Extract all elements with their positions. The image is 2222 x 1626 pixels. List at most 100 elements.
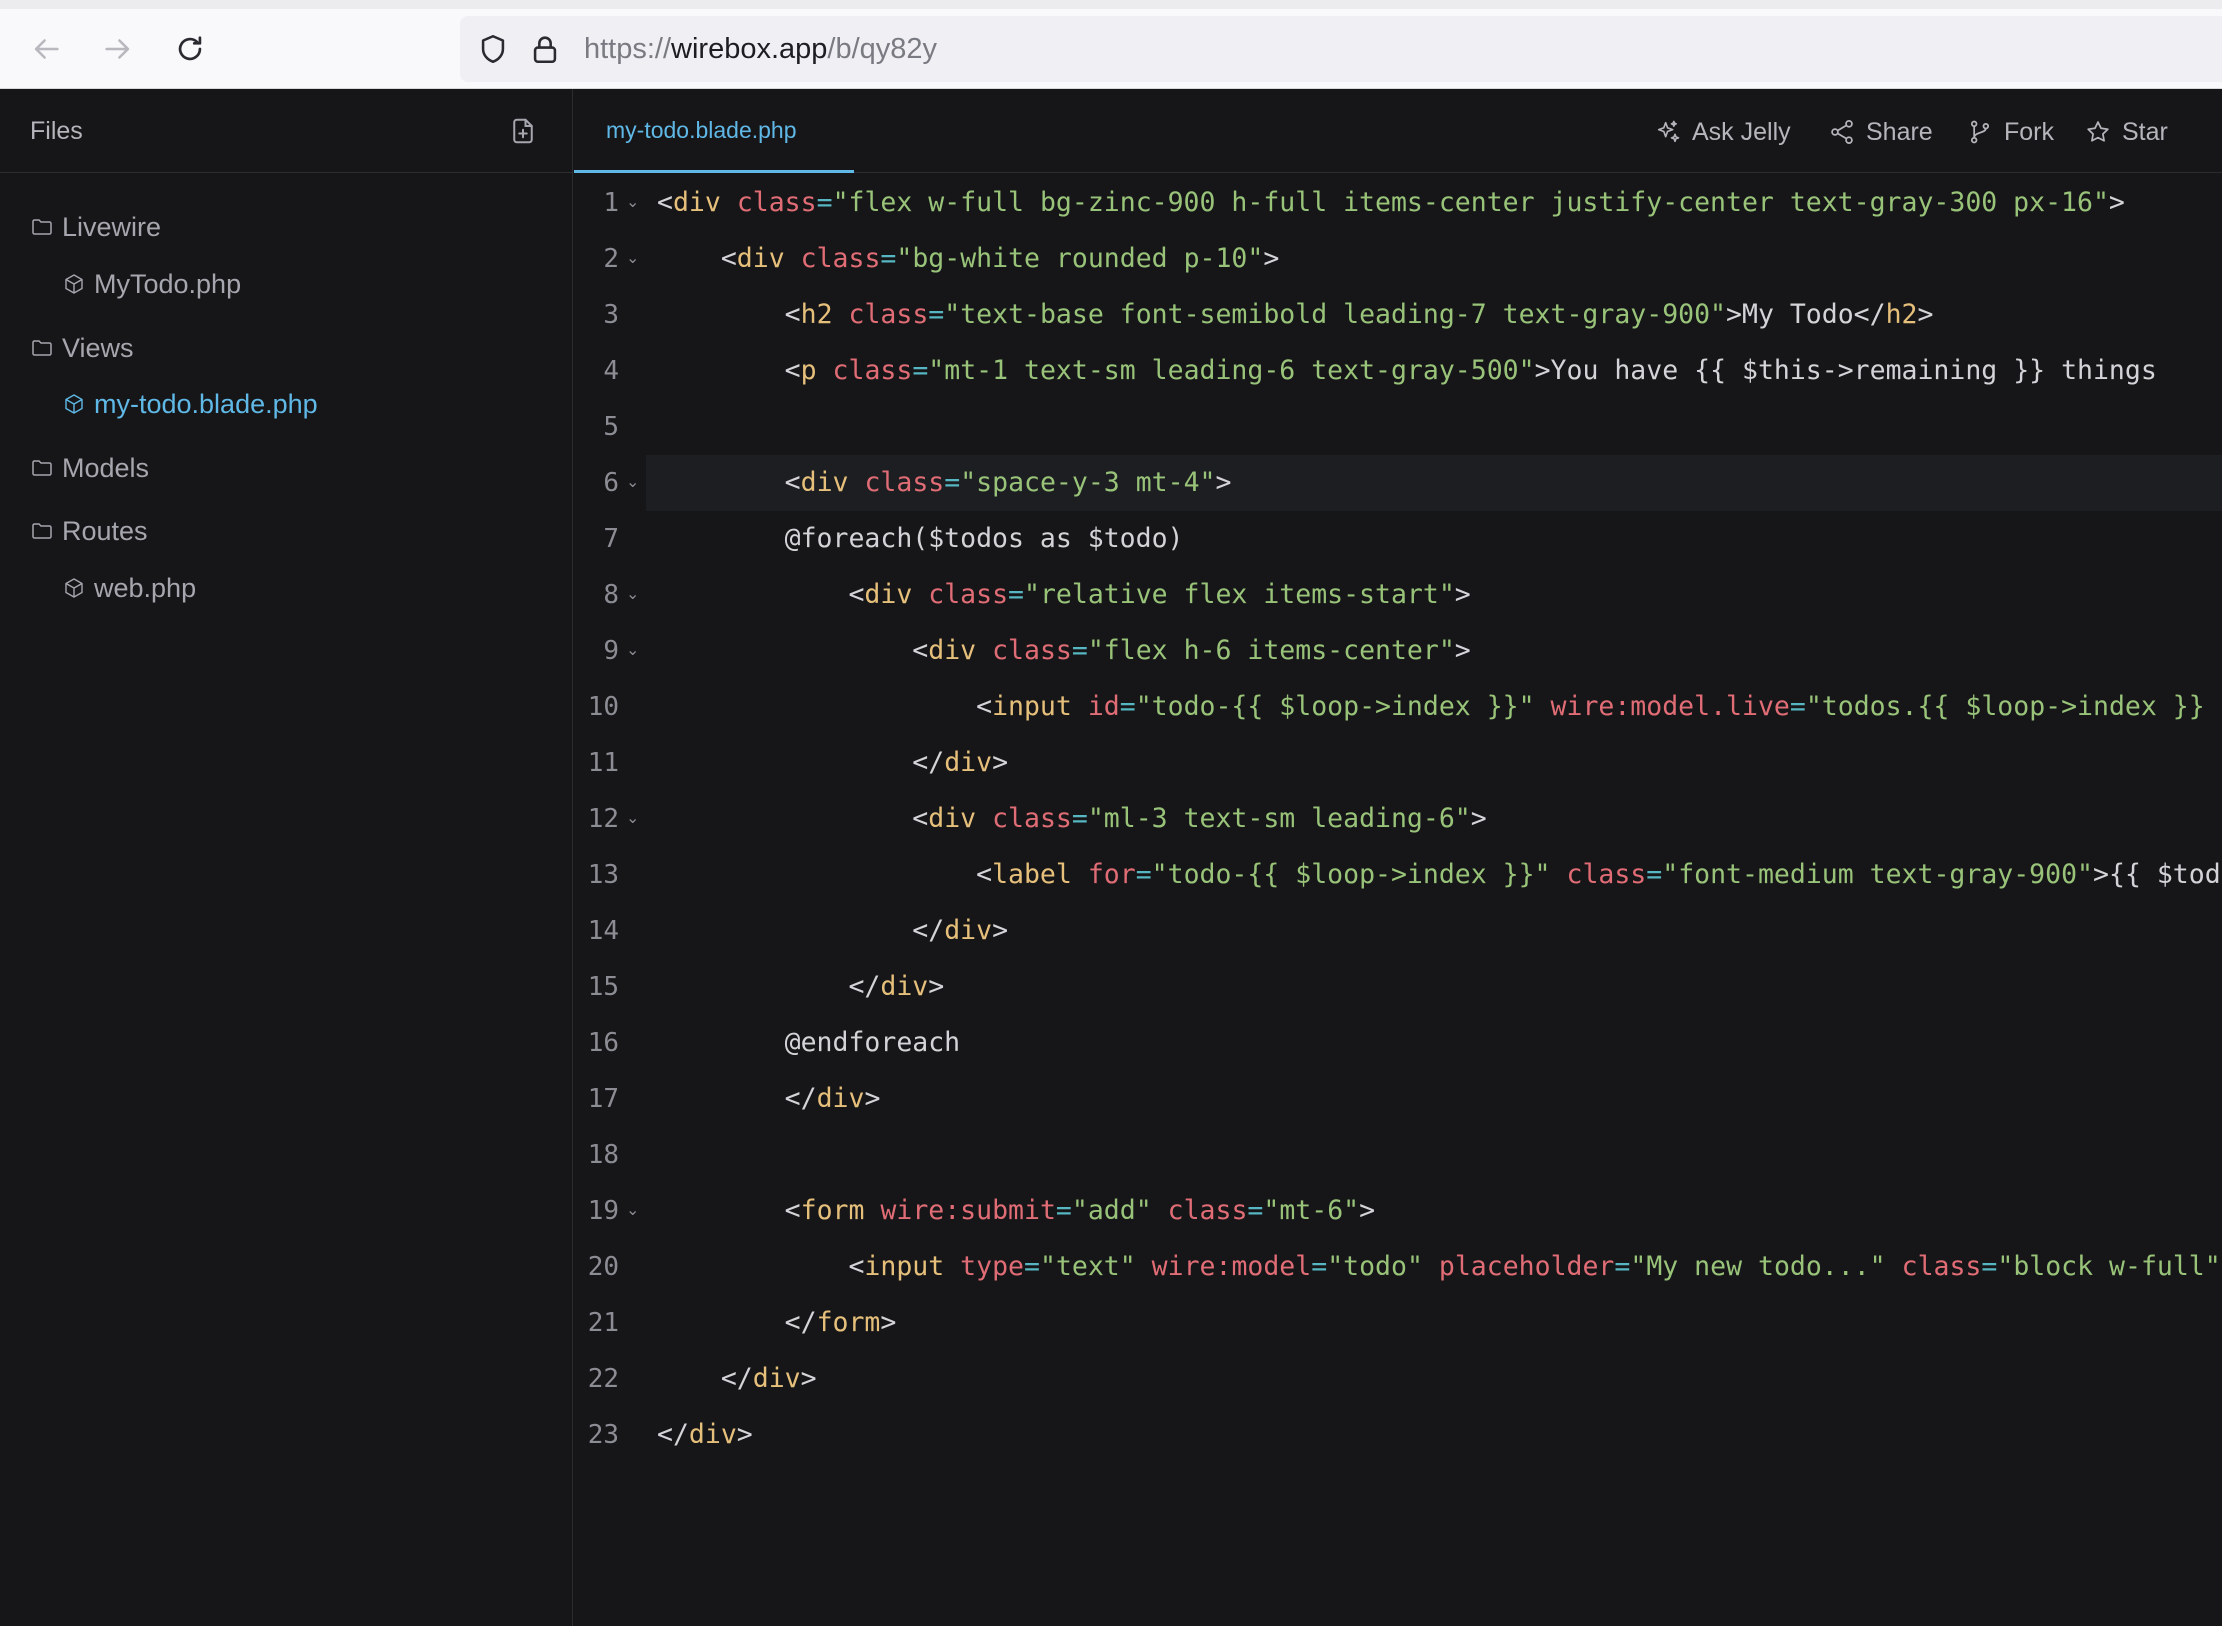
tree-folder-routes[interactable]: Routes xyxy=(30,511,148,551)
code-text: <p class="mt-1 text-sm leading-6 text-gr… xyxy=(657,343,2157,399)
fold-chevron-icon[interactable]: ⌄ xyxy=(626,567,639,623)
code-token: "add" xyxy=(1071,1195,1152,1226)
code-token: label xyxy=(992,859,1072,890)
code-token: You have {{ $this->remaining }} things xyxy=(1550,355,2157,386)
code-line[interactable]: 18 xyxy=(574,1127,2222,1183)
line-number: 10 xyxy=(587,692,619,722)
code-line[interactable]: 12 ⌄ <div class="ml-3 text-sm leading-6"> xyxy=(574,791,2222,847)
code-text: <div class="flex h-6 items-center"> xyxy=(657,623,1470,679)
fold-chevron-icon[interactable]: ⌄ xyxy=(626,231,639,287)
code-token: @endforeach xyxy=(657,1027,961,1058)
code-line[interactable]: 11 </div> xyxy=(574,735,2222,791)
line-number: 22 xyxy=(587,1364,619,1394)
code-token: wire:submit xyxy=(880,1195,1056,1226)
code-token: < xyxy=(976,859,993,890)
code-token: = xyxy=(1247,1195,1264,1226)
line-number: 23 xyxy=(587,1420,619,1450)
address-bar[interactable]: https://wirebox.app/b/qy82y xyxy=(460,16,2222,82)
tree-folder-views[interactable]: Views xyxy=(30,328,134,368)
code-line[interactable]: 14 </div> xyxy=(574,903,2222,959)
tree-file-my-todo-blade[interactable]: my-todo.blade.php xyxy=(62,384,318,424)
code-token: div xyxy=(800,467,849,498)
code-token: div xyxy=(752,1363,801,1394)
code-area[interactable]: 1 ⌄ <div class="flex w-full bg-zinc-900 h-… xyxy=(574,173,2222,1626)
tree-label: MyTodo.php xyxy=(94,268,242,299)
line-number: 21 xyxy=(587,1308,619,1338)
code-line[interactable]: 17 </div> xyxy=(574,1071,2222,1127)
code-line[interactable]: 10 <input id="todo-{{ $loop->index }}" w… xyxy=(574,679,2222,735)
code-line[interactable]: 20 <input type="text" wire:model="todo" … xyxy=(574,1239,2222,1295)
tree-file-web-php[interactable]: web.php xyxy=(62,568,196,608)
fold-chevron-icon[interactable]: ⌄ xyxy=(626,455,639,511)
code-token: class xyxy=(1167,1195,1248,1226)
tree-file-mytodo-php[interactable]: MyTodo.php xyxy=(62,264,241,304)
new-file-icon[interactable] xyxy=(508,116,538,146)
tab-my-todo-blade[interactable]: my-todo.blade.php xyxy=(574,89,854,173)
back-button[interactable] xyxy=(24,27,68,71)
tree-folder-livewire[interactable]: Livewire xyxy=(30,207,161,247)
line-number: 13 xyxy=(587,860,619,890)
code-token: "block w-full" xyxy=(1997,1251,2221,1282)
code-token: class xyxy=(1901,1251,1982,1282)
code-token: < xyxy=(912,803,929,834)
code-line[interactable]: 15 </div> xyxy=(574,959,2222,1015)
code-token: > xyxy=(864,1083,881,1114)
code-line[interactable]: 23 </div> xyxy=(574,1407,2222,1463)
code-line[interactable]: 3 <h2 class="text-base font-semibold lea… xyxy=(574,287,2222,343)
code-token: form xyxy=(816,1307,881,1338)
fold-chevron-icon[interactable]: ⌄ xyxy=(626,623,639,679)
shield-icon[interactable] xyxy=(476,32,510,66)
code-line[interactable]: 9 ⌄ <div class="flex h-6 items-center"> xyxy=(574,623,2222,679)
code-line[interactable]: 13 <label for="todo-{{ $loop->index }}" … xyxy=(574,847,2222,903)
code-text: </div> xyxy=(657,735,1008,791)
code-token: = xyxy=(1135,859,1152,890)
code-line[interactable]: 7 @foreach($todos as $todo) xyxy=(574,511,2222,567)
cube-icon xyxy=(65,578,83,598)
url-text[interactable]: https://wirebox.app/b/qy82y xyxy=(584,32,937,66)
code-line[interactable]: 6 ⌄ <div class="space-y-3 mt-4"> xyxy=(574,455,2222,511)
code-token: h2 xyxy=(1885,299,1918,330)
editor-tabbar: my-todo.blade.php Ask Jelly Share Fork S… xyxy=(574,89,2222,173)
tree-label: Livewire xyxy=(62,211,162,242)
reload-button[interactable] xyxy=(168,27,212,71)
code-line[interactable]: 22 </div> xyxy=(574,1351,2222,1407)
line-number: 14 xyxy=(587,916,619,946)
code-line[interactable]: 1 ⌄ <div class="flex w-full bg-zinc-900 h-… xyxy=(574,175,2222,231)
code-token: class xyxy=(848,299,929,330)
code-line[interactable]: 5 xyxy=(574,399,2222,455)
code-line[interactable]: 19 ⌄ <form wire:submit="add" class="mt-6"… xyxy=(574,1183,2222,1239)
code-token: "text-base font-semibold leading-7 text-… xyxy=(944,299,1727,330)
code-line[interactable]: 21 </form> xyxy=(574,1295,2222,1351)
code-line[interactable]: 2 ⌄ <div class="bg-white rounded p-10"> xyxy=(574,231,2222,287)
tree-label: Routes xyxy=(62,515,148,546)
fold-chevron-icon[interactable]: ⌄ xyxy=(626,1183,639,1239)
line-number: 19 xyxy=(587,1196,619,1226)
code-token: > xyxy=(992,747,1009,778)
code-token: = xyxy=(1055,1195,1072,1226)
star-button[interactable]: Star xyxy=(2084,115,2168,149)
code-token: id xyxy=(1087,691,1120,722)
code-token: input xyxy=(992,691,1072,722)
tree-folder-models[interactable]: Models xyxy=(30,448,149,488)
code-token: = xyxy=(1981,1251,1998,1282)
line-number: 15 xyxy=(587,972,619,1002)
code-token: div xyxy=(736,243,785,274)
code-token: </ xyxy=(848,971,881,1002)
code-line[interactable]: 16 @endforeach xyxy=(574,1015,2222,1071)
fold-chevron-icon[interactable]: ⌄ xyxy=(626,791,639,847)
forward-button[interactable] xyxy=(96,27,140,71)
share-button[interactable]: Share xyxy=(1828,115,1933,149)
code-line[interactable]: 4 <p class="mt-1 text-sm leading-6 text-… xyxy=(574,343,2222,399)
code-token: {{ $todo }} xyxy=(2108,859,2222,890)
code-line[interactable]: 8 ⌄ <div class="relative flex items-start… xyxy=(574,567,2222,623)
fork-button[interactable]: Fork xyxy=(1966,115,2054,149)
lock-icon[interactable] xyxy=(528,32,562,66)
fold-chevron-icon[interactable]: ⌄ xyxy=(626,175,639,231)
ask-jelly-button[interactable]: Ask Jelly xyxy=(1654,115,1791,149)
